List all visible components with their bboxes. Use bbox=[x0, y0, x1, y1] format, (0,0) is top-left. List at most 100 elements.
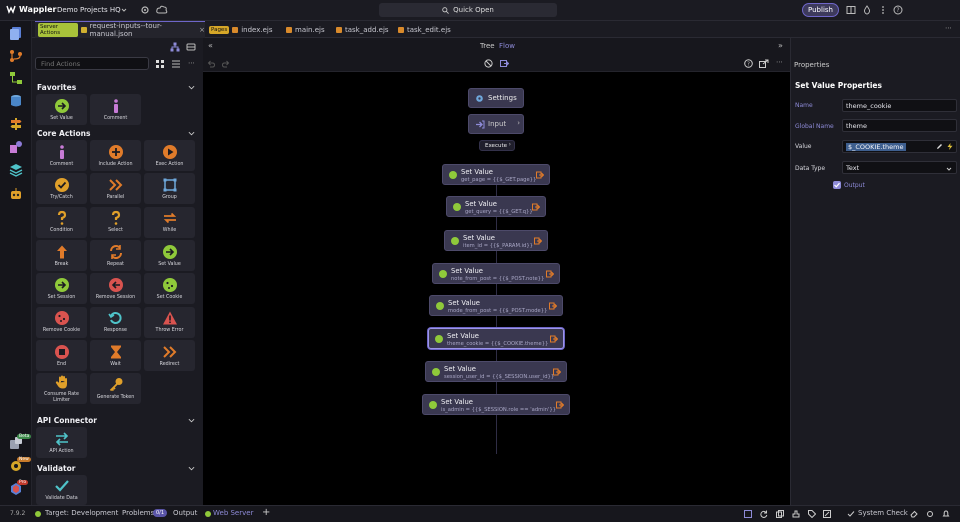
system-check-icon[interactable] bbox=[847, 510, 855, 518]
collapse-chevron-icon[interactable] bbox=[188, 130, 195, 137]
action-tile[interactable]: End bbox=[36, 339, 87, 371]
web-server-tab[interactable]: Web Server bbox=[213, 509, 253, 517]
theme-drop-icon[interactable] bbox=[862, 5, 872, 15]
notification-icon[interactable] bbox=[942, 510, 950, 518]
settings-icon[interactable] bbox=[926, 510, 934, 518]
share-icon[interactable] bbox=[759, 59, 769, 68]
action-tile[interactable]: Generate Token bbox=[90, 373, 141, 405]
action-tile[interactable]: API Action bbox=[36, 427, 87, 458]
action-tile[interactable]: Response bbox=[90, 306, 141, 338]
pencil-icon[interactable] bbox=[936, 143, 943, 150]
action-tile[interactable]: Comment bbox=[90, 94, 141, 125]
flow-canvas[interactable]: « Tree Flow » ? ⋯ Settings Input › Execu… bbox=[203, 38, 790, 505]
set-value-node[interactable]: Set Value session_user_id = {{$_SESSION.u… bbox=[425, 361, 567, 382]
more-vertical-icon[interactable] bbox=[878, 5, 888, 15]
rail-routes[interactable] bbox=[7, 115, 25, 133]
help-icon[interactable]: ? bbox=[893, 5, 903, 15]
action-tile[interactable]: Wait bbox=[90, 339, 141, 371]
set-value-node[interactable]: Set Value theme_cookie = {{$_COOKIE.theme… bbox=[428, 328, 564, 349]
action-tile[interactable]: Try/Catch bbox=[36, 173, 87, 205]
publish-button[interactable]: Publish bbox=[802, 3, 839, 17]
action-tile[interactable]: Select bbox=[90, 206, 141, 238]
action-tile[interactable]: Set Value bbox=[144, 239, 195, 271]
close-icon[interactable]: × bbox=[199, 26, 205, 34]
action-tile[interactable]: Parallel bbox=[90, 173, 141, 205]
name-field[interactable]: theme_cookie bbox=[842, 99, 957, 112]
rail-pages[interactable] bbox=[7, 24, 25, 42]
set-value-node[interactable]: Set Value note_from_post = {{$_POST.note}… bbox=[432, 263, 560, 284]
action-tile[interactable]: Remove Cookie bbox=[36, 306, 87, 338]
rail-git[interactable] bbox=[7, 47, 25, 65]
rail-workflows[interactable] bbox=[7, 69, 25, 87]
quick-open-search[interactable]: Quick Open bbox=[379, 3, 557, 17]
cloud-upload-icon[interactable] bbox=[156, 5, 168, 15]
plugin-icon[interactable] bbox=[792, 510, 800, 518]
output-checkbox[interactable] bbox=[833, 181, 841, 189]
tree-structure-icon[interactable] bbox=[170, 42, 180, 52]
rail-assets[interactable] bbox=[7, 138, 25, 156]
system-check-button[interactable]: System Check bbox=[858, 509, 908, 517]
action-tile[interactable]: Repeat bbox=[90, 239, 141, 271]
edit-note-icon[interactable] bbox=[823, 510, 831, 518]
database-connect-icon[interactable] bbox=[186, 42, 196, 52]
input-node[interactable]: Input › bbox=[468, 114, 524, 134]
output-tab[interactable]: Output bbox=[173, 509, 197, 517]
set-value-node[interactable]: Set Value is_admin = {{$_SESSION.role == … bbox=[422, 394, 570, 415]
gear-icon[interactable] bbox=[140, 5, 150, 15]
canvas-more-icon[interactable]: ⋯ bbox=[776, 58, 783, 66]
square-select-icon[interactable] bbox=[744, 510, 752, 518]
grid-view-icon[interactable] bbox=[156, 60, 164, 68]
action-tile[interactable]: Break bbox=[36, 239, 87, 271]
find-actions-input[interactable]: Find Actions bbox=[35, 57, 149, 70]
tab-task-edit[interactable]: task_edit.ejs bbox=[398, 21, 451, 38]
action-tile[interactable]: Redirect bbox=[144, 339, 195, 371]
rail-ai[interactable] bbox=[7, 185, 25, 203]
tag-icon[interactable] bbox=[808, 510, 816, 518]
action-tile[interactable]: Group bbox=[144, 173, 195, 205]
problems-tab[interactable]: Problems bbox=[122, 509, 154, 517]
tree-view-toggle[interactable]: Tree bbox=[480, 42, 495, 50]
collapse-chevron-icon[interactable] bbox=[188, 465, 195, 472]
undo-icon[interactable] bbox=[207, 60, 215, 68]
action-tile[interactable]: Include Action bbox=[90, 140, 141, 171]
tab-main[interactable]: main.ejs bbox=[286, 21, 325, 38]
list-view-icon[interactable] bbox=[172, 60, 180, 68]
copy-icon[interactable] bbox=[776, 510, 784, 518]
data-type-select[interactable]: Text bbox=[842, 161, 957, 174]
export-icon[interactable] bbox=[500, 59, 509, 68]
target-selector[interactable]: Target: Development bbox=[45, 509, 118, 517]
global-name-field[interactable]: theme bbox=[842, 119, 957, 132]
collapse-chevron-icon[interactable] bbox=[188, 417, 195, 424]
collapse-chevron-icon[interactable] bbox=[188, 84, 195, 91]
execute-node[interactable]: Execute › bbox=[479, 140, 515, 151]
action-tile[interactable]: Exec Action bbox=[144, 140, 195, 171]
action-tile[interactable]: Comment bbox=[36, 140, 87, 171]
tab-server-action[interactable]: Server Actions request-inputs--tour-manu… bbox=[35, 21, 205, 38]
tab-index[interactable]: Pages index.ejs bbox=[209, 21, 272, 38]
help-circle-icon[interactable]: ? bbox=[744, 59, 753, 68]
action-tile[interactable]: Remove Session bbox=[90, 273, 141, 305]
lightning-icon[interactable] bbox=[947, 143, 953, 150]
rail-layers[interactable] bbox=[7, 161, 25, 179]
add-icon[interactable]: + bbox=[262, 507, 270, 518]
project-selector[interactable]: Demo Projects HQ bbox=[52, 3, 132, 17]
action-tile[interactable]: Set Session bbox=[36, 273, 87, 305]
more-horizontal-icon[interactable]: ⋯ bbox=[188, 59, 195, 67]
eraser-icon[interactable] bbox=[910, 510, 918, 518]
tab-task-add[interactable]: task_add.ejs bbox=[336, 21, 389, 38]
flow-view-toggle[interactable]: Flow bbox=[499, 42, 515, 50]
set-value-node[interactable]: Set Value get_query = {{$_GET.q}} bbox=[446, 196, 546, 217]
settings-node[interactable]: Settings bbox=[468, 88, 524, 108]
action-tile[interactable]: Condition bbox=[36, 206, 87, 238]
layout-panel-icon[interactable] bbox=[846, 5, 856, 15]
redo-icon[interactable] bbox=[222, 60, 230, 68]
rail-database[interactable] bbox=[7, 92, 25, 110]
set-value-node[interactable]: Set Value get_page = {{$_GET.page}} bbox=[442, 164, 550, 185]
collapse-right-icon[interactable]: » bbox=[778, 41, 783, 50]
set-value-node[interactable]: Set Value mode_from_post = {{$_POST.mode}… bbox=[429, 295, 563, 316]
tabs-more-icon[interactable]: ⋯ bbox=[945, 24, 952, 32]
action-tile[interactable]: Consume Rate Limiter bbox=[36, 373, 87, 405]
collapse-left-icon[interactable]: « bbox=[208, 41, 213, 50]
set-value-node[interactable]: Set Value item_id = {{$_PARAM.id}} bbox=[444, 230, 548, 251]
action-tile[interactable]: Throw Error bbox=[144, 306, 195, 338]
